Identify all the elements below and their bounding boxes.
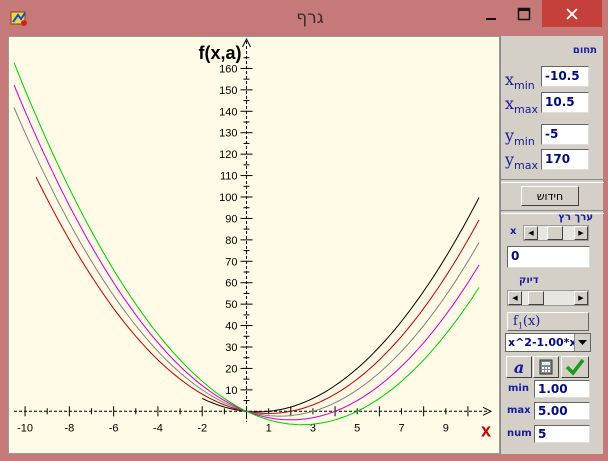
apply-button[interactable] <box>561 356 589 378</box>
y-tick-label: 130 <box>219 128 237 140</box>
param-min-field[interactable]: 1.00 <box>534 380 590 398</box>
ymin-label: ymin <box>505 126 535 149</box>
scroll-right-icon[interactable]: ▶ <box>574 226 588 240</box>
y-tick-label: 20 <box>225 363 237 375</box>
y-tick-label: 70 <box>225 256 237 268</box>
accuracy-title: דיוק <box>519 275 539 286</box>
series-line-1 <box>201 197 480 413</box>
y-tick-label: 90 <box>225 213 237 225</box>
y-tick-label: 120 <box>219 149 237 161</box>
close-button[interactable] <box>542 0 602 27</box>
y-tick-label: 30 <box>225 342 237 354</box>
series-line-2 <box>35 176 480 414</box>
x-tick-label: -6 <box>109 422 119 434</box>
formula-select[interactable]: x^2-1.00*x <box>505 333 591 352</box>
x-tick-label: -4 <box>153 422 163 434</box>
param-button[interactable]: a <box>506 356 532 378</box>
cursor-scrollbar[interactable]: ◀ ▶ <box>523 225 589 241</box>
y-tick-label: 80 <box>225 235 237 247</box>
accuracy-scrollbar[interactable]: ◀ ▶ <box>507 290 589 306</box>
scroll-right-icon[interactable]: ▶ <box>574 291 588 305</box>
xmax-label: xmax <box>505 94 538 117</box>
scroll-thumb[interactable] <box>547 226 563 240</box>
y-tick-label: 10 <box>225 385 237 397</box>
function-chart: -10 -8 -6 -4 -2 1 3 5 7 9102030405060708090100110… <box>13 37 493 440</box>
y-tick-label: 110 <box>220 171 238 183</box>
title-bar: גרף <box>0 0 608 36</box>
x-tick-label: 5 <box>354 422 360 434</box>
scroll-left-icon[interactable]: ◀ <box>524 226 538 240</box>
y-tick-label: 140 <box>219 106 237 118</box>
y-tick-label: 40 <box>225 321 237 333</box>
y-axis-label: f(x,a) <box>198 43 241 63</box>
num-label: num <box>507 428 532 439</box>
range-title: תחום <box>572 45 597 56</box>
param-num-field[interactable]: 5 <box>534 425 590 443</box>
scroll-thumb[interactable] <box>528 291 544 305</box>
minimize-button[interactable] <box>476 0 506 27</box>
scroll-left-icon[interactable]: ◀ <box>508 291 522 305</box>
chevron-down-icon[interactable] <box>574 334 590 351</box>
y-tick-label: 60 <box>225 278 237 290</box>
function-tab[interactable]: f1(x) <box>507 312 589 331</box>
cursor-var-label: x <box>510 226 517 237</box>
ymax-field[interactable]: 170 <box>541 149 589 170</box>
maximize-button[interactable] <box>507 0 541 27</box>
xmax-field[interactable]: 10.5 <box>541 92 589 113</box>
x-tick-label: 7 <box>398 422 404 434</box>
close-icon <box>566 7 578 20</box>
min-label: min <box>508 383 529 394</box>
divider <box>501 179 604 183</box>
cursor-value-field[interactable]: 0 <box>507 246 590 268</box>
calculator-icon <box>539 359 553 375</box>
refresh-button[interactable]: חידוש <box>521 186 579 206</box>
x-tick-label: 9 <box>443 422 449 434</box>
x-tick-label: 1 <box>266 422 272 434</box>
xmin-field[interactable]: -10.5 <box>541 66 589 87</box>
calculator-button[interactable] <box>533 356 559 378</box>
plot-area[interactable]: -10 -8 -6 -4 -2 1 3 5 7 9 10 20 30 40 50 60 70 80 90 100 110… <box>8 36 500 454</box>
control-panel: תחום xmin -10.5 xmax 10.5 ymin -5 ymax 1… <box>500 36 604 454</box>
ymin-field[interactable]: -5 <box>541 124 589 145</box>
formula-value: x^2-1.00*x <box>508 336 577 349</box>
x-axis-label: x <box>481 420 491 440</box>
x-tick-label: -2 <box>197 422 207 434</box>
minimize-icon <box>486 17 496 20</box>
y-tick-label: 50 <box>225 299 237 311</box>
y-tick-label: 150 <box>219 85 237 97</box>
ymax-label: ymax <box>505 150 539 173</box>
cursor-title: ערך רץ <box>558 212 593 223</box>
x-tick-label: -8 <box>64 422 74 434</box>
xmin-label: xmin <box>505 70 535 93</box>
maximize-icon <box>517 7 531 20</box>
y-tick-label: 100 <box>219 192 237 204</box>
x-tick-label: -10 <box>17 422 33 434</box>
y-tick-label: 160 <box>219 63 237 75</box>
param-max-field[interactable]: 5.00 <box>534 402 590 420</box>
check-icon <box>565 358 585 376</box>
max-label: max <box>507 405 531 416</box>
